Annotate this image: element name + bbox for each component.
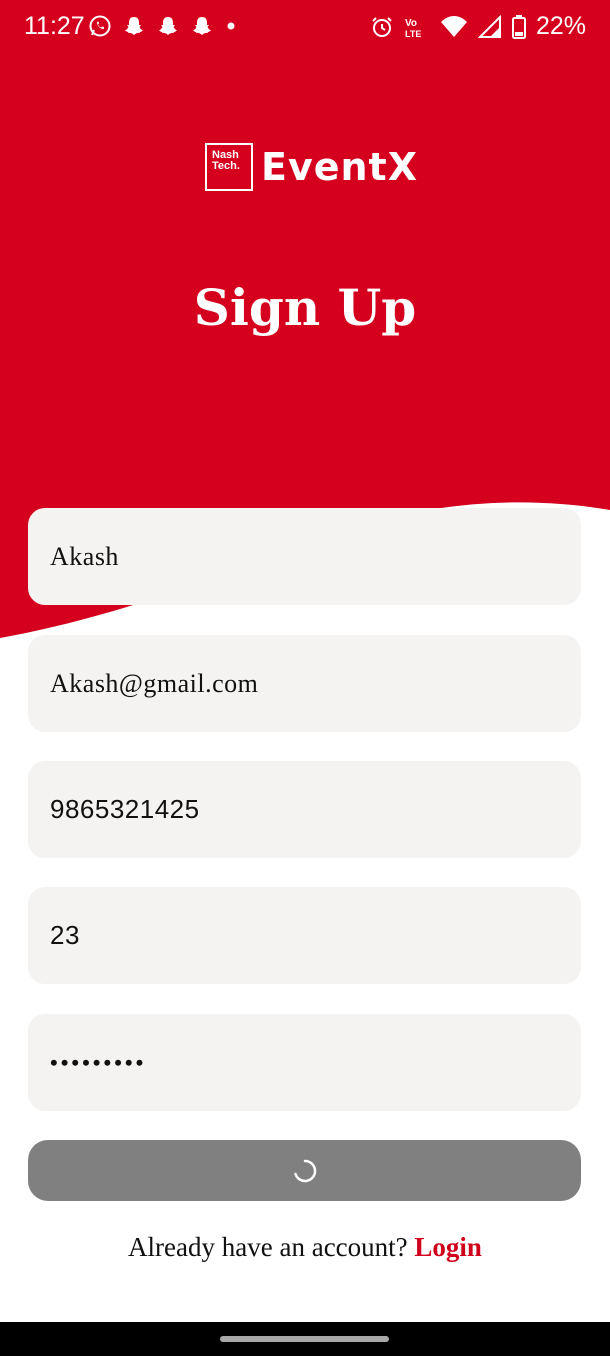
snapchat-icon <box>125 17 143 35</box>
login-prompt: Already have an account? Login <box>0 1232 610 1263</box>
system-icons: Vo LTE 22% <box>370 12 586 41</box>
page-title: Sign Up <box>193 278 417 337</box>
age-input[interactable]: 23 <box>28 887 581 984</box>
snapchat-icon <box>193 17 211 35</box>
battery-icon <box>511 14 526 39</box>
dot-icon <box>227 22 235 30</box>
wifi-icon <box>440 15 467 37</box>
password-input[interactable]: ••••••••• <box>28 1014 581 1111</box>
alarm-icon <box>372 16 392 37</box>
status-time: 11:27 <box>24 12 85 40</box>
login-link[interactable]: Login <box>414 1232 482 1262</box>
logo-line-2: Tech. <box>212 160 240 172</box>
email-input[interactable]: Akash@gmail.com <box>28 635 581 732</box>
sign-up-button[interactable] <box>28 1140 581 1201</box>
signal-icon <box>477 14 501 38</box>
volte-icon: Vo LTE <box>405 18 421 39</box>
whatsapp-icon <box>89 15 111 37</box>
spinner-icon <box>293 1159 316 1182</box>
login-prompt-text: Already have an account? <box>128 1232 415 1262</box>
snapchat-icon <box>159 17 177 35</box>
nashtech-logo: Nash Tech. <box>205 143 253 191</box>
home-indicator[interactable] <box>220 1336 389 1342</box>
app-name: EventX <box>261 145 419 189</box>
svg-text:Vo: Vo <box>405 18 417 29</box>
brand-logo: Nash Tech. EventX <box>205 143 418 191</box>
navigation-bar <box>0 1322 610 1356</box>
status-bar: 11:27 Vo LTE 22% <box>0 0 610 56</box>
phone-input[interactable]: 9865321425 <box>28 761 581 858</box>
svg-text:LTE: LTE <box>405 29 421 39</box>
name-input[interactable]: Akash <box>28 508 581 605</box>
notification-icons <box>88 14 238 38</box>
battery-percentage: 22% <box>535 12 586 40</box>
